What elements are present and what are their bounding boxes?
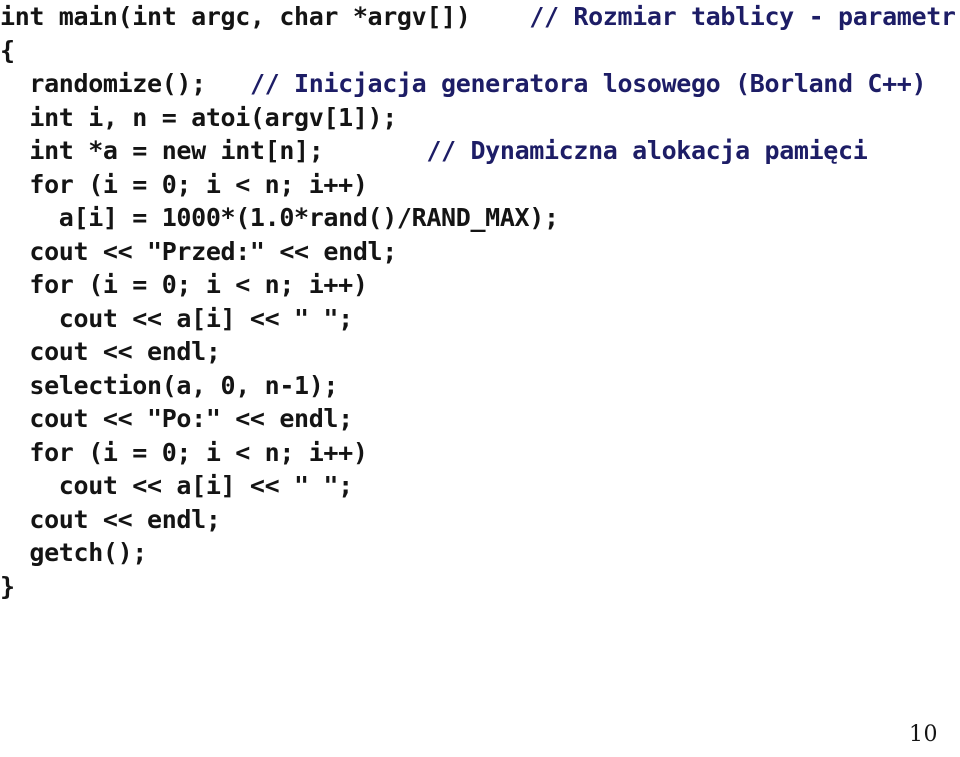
- code-text: for (i = 0; i < n; i++): [0, 270, 368, 299]
- code-text: }: [0, 571, 15, 601]
- code-block: int main(int argc, char *argv[]) // Rozm…: [0, 0, 960, 603]
- code-line: randomize(); // Inicjacja generatora los…: [0, 67, 960, 101]
- code-line: cout << endl;: [0, 503, 960, 537]
- code-line: int i, n = atoi(argv[1]);: [0, 101, 960, 135]
- code-line: getch();: [0, 536, 960, 570]
- code-text: cout << endl;: [0, 504, 221, 534]
- code-line: cout << a[i] << " ";: [0, 302, 960, 336]
- code-text: int *a = new int[n];: [0, 136, 324, 165]
- code-text: int i, n = atoi(argv[1]);: [0, 102, 397, 132]
- code-text: cout << "Przed:" << endl;: [0, 236, 397, 266]
- slide-page: int main(int argc, char *argv[]) // Rozm…: [0, 0, 960, 757]
- code-line: for (i = 0; i < n; i++): [0, 268, 960, 302]
- code-text: cout << a[i] << " ";: [0, 303, 353, 333]
- code-text: cout << "Po:" << endl;: [0, 404, 353, 433]
- code-line: cout << "Przed:" << endl;: [0, 235, 960, 269]
- code-text: for (i = 0; i < n; i++): [0, 169, 368, 199]
- code-line: for (i = 0; i < n; i++): [0, 436, 960, 470]
- code-text: cout << endl;: [0, 337, 221, 366]
- code-line: cout << endl;: [0, 335, 960, 369]
- code-comment: // Rozmiar tablicy - parametr: [529, 2, 956, 31]
- code-text: for (i = 0; i < n; i++): [0, 437, 368, 467]
- code-line: cout << a[i] << " ";: [0, 469, 960, 503]
- code-line: a[i] = 1000*(1.0*rand()/RAND_MAX);: [0, 201, 960, 235]
- code-text: selection(a, 0, n-1);: [0, 370, 339, 400]
- code-gap: [470, 2, 529, 31]
- code-text: {: [0, 35, 15, 65]
- code-line: {: [0, 34, 960, 68]
- code-comment: // Dynamiczna alokacja pamięci: [426, 136, 868, 165]
- code-line: for (i = 0; i < n; i++): [0, 168, 960, 202]
- code-text: cout << a[i] << " ";: [0, 471, 353, 500]
- code-line: int main(int argc, char *argv[]) // Rozm…: [0, 0, 960, 34]
- code-line: cout << "Po:" << endl;: [0, 402, 960, 436]
- code-text: int main(int argc, char *argv[]): [0, 2, 471, 31]
- code-comment: // Inicjacja generatora losowego (Borlan…: [249, 69, 927, 98]
- code-line: int *a = new int[n]; // Dynamiczna aloka…: [0, 134, 960, 168]
- code-text: getch();: [0, 538, 148, 567]
- page-number: 10: [909, 722, 938, 747]
- code-gap: [206, 69, 250, 98]
- code-gap: [323, 136, 426, 165]
- code-line: }: [0, 570, 960, 604]
- code-line: selection(a, 0, n-1);: [0, 369, 960, 403]
- code-text: a[i] = 1000*(1.0*rand()/RAND_MAX);: [0, 203, 559, 232]
- code-text: randomize();: [0, 69, 206, 98]
